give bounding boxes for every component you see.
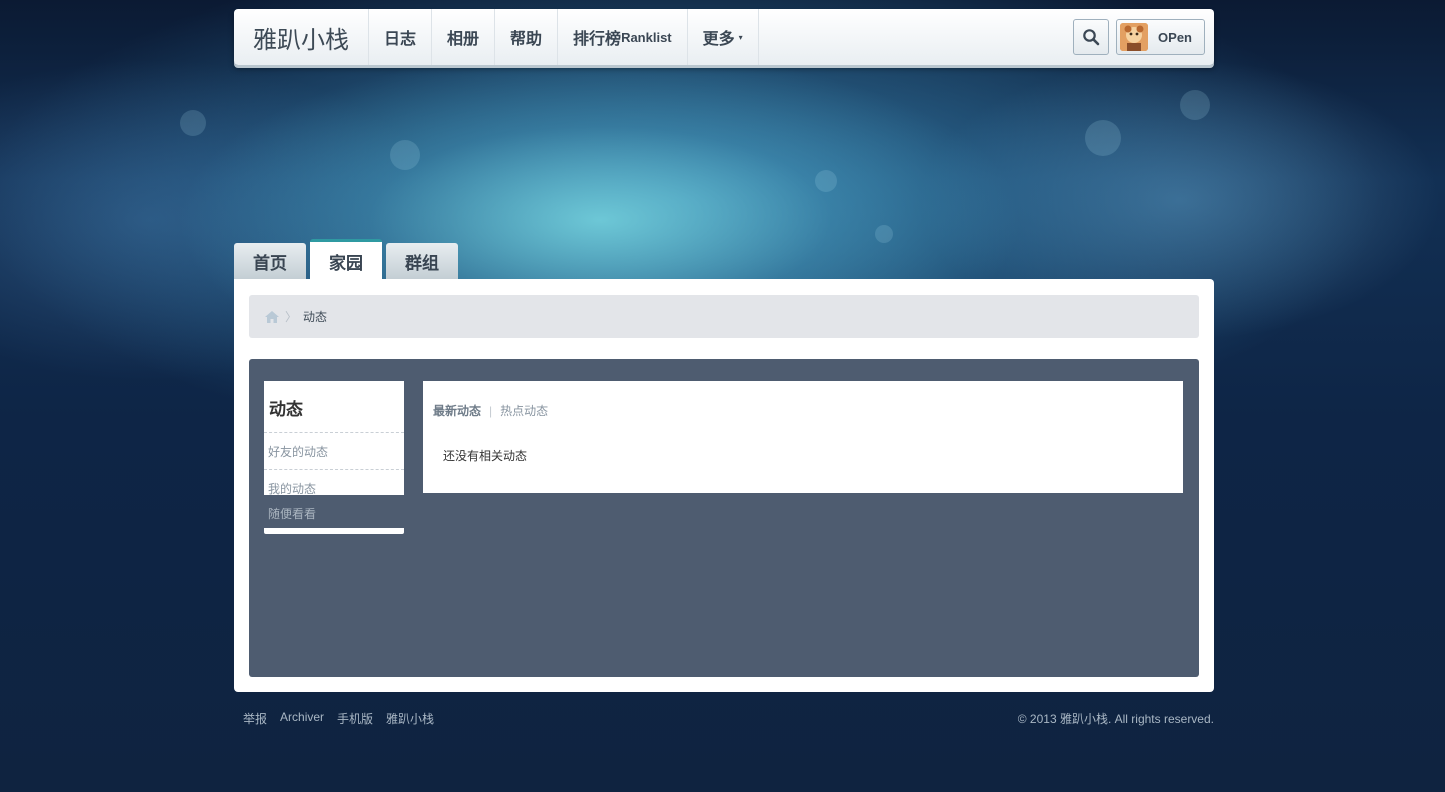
user-menu-button[interactable]: OPen [1116, 19, 1205, 55]
nav-item-ranklist-label: 排行榜 [573, 31, 622, 48]
content-area: 动态 好友的动态 我的动态 随便看看 最新动态 | 热点动态 还没有相关动态 [249, 359, 1199, 677]
nav-item-journal[interactable]: 日志 [369, 9, 433, 65]
user-name: OPen [1158, 29, 1192, 45]
chevron-down-icon: ▾ [738, 32, 743, 42]
background-bokeh [390, 140, 420, 170]
main-panel: 〉 动态 动态 好友的动态 我的动态 随便看看 最新动态 | 热点动态 还没有相… [234, 279, 1214, 692]
footer-link-report[interactable]: 举报 [243, 710, 267, 727]
feed-panel: 最新动态 | 热点动态 还没有相关动态 [423, 381, 1183, 493]
home-icon[interactable] [265, 310, 279, 323]
search-button[interactable] [1073, 19, 1110, 55]
avatar-image-icon [1120, 23, 1149, 51]
sidebar-divider [264, 528, 404, 534]
breadcrumb-current[interactable]: 动态 [303, 308, 327, 325]
nav-item-more[interactable]: 更多 ▾ [688, 9, 759, 65]
footer-link-site[interactable]: 雅趴小栈 [386, 710, 434, 727]
nav-item-ranklist[interactable]: 排行榜 Ranklist [558, 9, 688, 65]
avatar [1120, 23, 1149, 51]
feed-tab-latest[interactable]: 最新动态 [433, 402, 481, 419]
footer-links: 举报 Archiver 手机版 雅趴小栈 [243, 710, 434, 727]
site-logo[interactable]: 雅趴小栈 [234, 9, 369, 65]
footer-link-mobile[interactable]: 手机版 [337, 710, 373, 727]
breadcrumb-separator: 〉 [285, 310, 298, 324]
breadcrumb: 〉 动态 [249, 295, 1199, 338]
top-navigation-bar: 雅趴小栈 日志 相册 帮助 排行榜 Ranklist 更多 ▾ OPen [234, 9, 1214, 65]
copyright-text: © 2013 雅趴小栈. All rights reserved. [1017, 712, 1214, 726]
nav-item-ranklist-suffix: Ranklist [621, 29, 672, 45]
nav-item-album[interactable]: 相册 [432, 9, 496, 65]
tab-home[interactable]: 首页 [234, 243, 306, 279]
search-icon [1083, 29, 1100, 46]
footer-link-archiver[interactable]: Archiver [280, 710, 324, 727]
background-bokeh [875, 225, 893, 243]
background-bokeh [1180, 90, 1210, 120]
tab-groups[interactable]: 群组 [386, 243, 458, 279]
tab-home-space[interactable]: 家园 [310, 239, 382, 280]
background-bokeh [1085, 120, 1121, 156]
sidebar-menu: 动态 好友的动态 我的动态 随便看看 [264, 381, 404, 534]
sidebar-item-browse[interactable]: 随便看看 [264, 495, 404, 531]
sidebar-title: 动态 [264, 381, 404, 433]
feed-tab-hot[interactable]: 热点动态 [500, 402, 548, 419]
empty-feed-message: 还没有相关动态 [443, 449, 528, 463]
top-right-actions: OPen [1073, 9, 1214, 65]
feed-tab-separator: | [489, 403, 493, 418]
nav-item-more-label: 更多 [702, 31, 735, 48]
background-bokeh [815, 170, 837, 192]
background-bokeh [180, 110, 206, 136]
feed-tabs: 最新动态 | 热点动态 [433, 402, 548, 419]
nav-item-help[interactable]: 帮助 [495, 9, 559, 65]
sidebar-item-friends-feed[interactable]: 好友的动态 [264, 433, 404, 470]
